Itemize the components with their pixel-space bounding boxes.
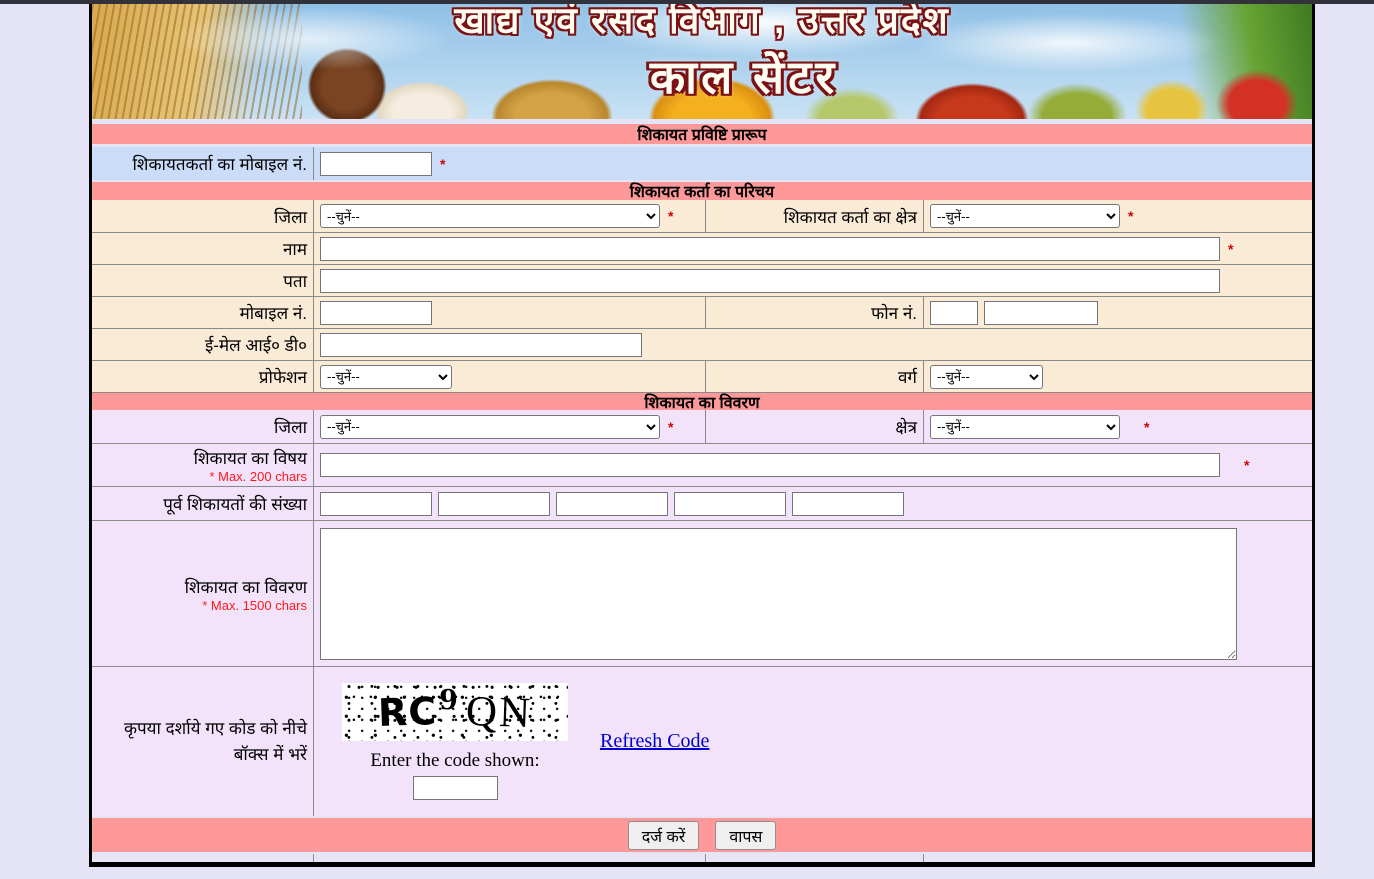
subject-input[interactable]: [320, 453, 1220, 477]
row-complaint-district: जिला --चुनें-- * क्षेत्र --चुनें-- *: [92, 410, 1312, 443]
required-mark: *: [440, 156, 445, 172]
row-profession-category: प्रोफेशन --चुनें-- वर्ग --चुनें--: [92, 360, 1312, 392]
enter-code-label: Enter the code shown:: [370, 750, 539, 772]
previous-complaint-input-3[interactable]: [556, 492, 668, 516]
identity-section-title: शिकायत कर्ता का परिचय: [630, 180, 774, 202]
captcha-code-text: 9: [439, 685, 458, 716]
identity-district-label: जिला: [92, 200, 314, 232]
row-description: शिकायत का विवरण * Max. 1500 chars: [92, 520, 1312, 666]
row-complainant-mobile: शिकायतकर्ता का मोबाइल नं. *: [92, 147, 1312, 180]
back-button[interactable]: वापस: [715, 821, 776, 850]
row-mobile-phone: मोबाइल नं. फोन नं.: [92, 296, 1312, 328]
footer-cell: [92, 854, 314, 862]
email-label: ई-मेल आई० डी०: [92, 329, 314, 360]
row-captcha: कृपया दर्शाये गए कोड को नीचे बॉक्स में भ…: [92, 666, 1312, 816]
name-label: नाम: [92, 233, 314, 264]
previous-complaint-input-5[interactable]: [792, 492, 904, 516]
phone-std-code-input[interactable]: [930, 301, 978, 325]
phone-label: फोन नं.: [706, 297, 924, 328]
name-input[interactable]: [320, 237, 1220, 261]
required-mark: *: [1244, 457, 1249, 473]
identity-area-select[interactable]: --चुनें--: [930, 204, 1120, 228]
footer-cell: [314, 854, 706, 862]
row-name: नाम *: [92, 232, 1312, 264]
row-identity-district: जिला --चुनें-- * शिकायत कर्ता का क्षेत्र…: [92, 200, 1312, 232]
captcha-code-input[interactable]: [413, 776, 498, 800]
required-mark: *: [668, 419, 673, 435]
description-max-chars-hint: * Max. 1500 chars: [92, 598, 307, 613]
address-label: पता: [92, 265, 314, 296]
identity-area-label: शिकायत कर्ता का क्षेत्र: [706, 200, 924, 232]
row-email: ई-मेल आई० डी०: [92, 328, 1312, 360]
identity-section-bar: शिकायत कर्ता का परिचय: [92, 182, 1312, 200]
footer-cell: [706, 854, 924, 862]
email-input[interactable]: [320, 333, 642, 357]
complainant-mobile-input[interactable]: [320, 152, 432, 176]
mobile-input[interactable]: [320, 301, 432, 325]
row-previous-complaints: पूर्व शिकायतों की संख्या: [92, 486, 1312, 520]
identity-district-select[interactable]: --चुनें--: [320, 204, 660, 228]
phone-number-input[interactable]: [984, 301, 1098, 325]
banner-image: खाद्य एवं रसद विभाग , उत्तर प्रदेश काल स…: [92, 4, 1312, 119]
action-bar: दर्ज करें वापस: [92, 818, 1312, 852]
captcha-image: RC 9 QN: [342, 683, 568, 741]
complaint-district-label: जिला: [92, 410, 314, 443]
required-mark: *: [1144, 419, 1149, 435]
description-label: शिकायत का विवरण: [92, 575, 307, 598]
captcha-instruction-label: कृपया दर्शाये गए कोड को नीचे बॉक्स में भ…: [92, 667, 314, 816]
form-title-bar: शिकायत प्रविष्टि प्रारूप: [92, 124, 1312, 144]
required-mark: *: [668, 208, 673, 224]
mobile-label: मोबाइल नं.: [92, 297, 314, 328]
address-input[interactable]: [320, 269, 1220, 293]
previous-complaint-input-1[interactable]: [320, 492, 432, 516]
complaint-area-select[interactable]: --चुनें--: [930, 415, 1120, 439]
complainant-mobile-label: शिकायतकर्ता का मोबाइल नं.: [92, 147, 314, 180]
captcha-code-text: QN: [465, 686, 533, 737]
banner-title: खाद्य एवं रसद विभाग , उत्तर प्रदेश: [92, 4, 1312, 44]
category-label: वर्ग: [706, 361, 924, 392]
banner-subtitle: काल सेंटर: [134, 45, 1312, 107]
row-subject: शिकायत का विषय * Max. 200 chars *: [92, 443, 1312, 486]
previous-complaint-input-2[interactable]: [438, 492, 550, 516]
profession-label: प्रोफेशन: [92, 361, 314, 392]
complaint-area-label: क्षेत्र: [706, 410, 924, 443]
subject-label: शिकायत का विषय: [92, 446, 307, 469]
profession-select[interactable]: --चुनें--: [320, 365, 452, 389]
table-bottom-border: [92, 862, 1312, 867]
required-mark: *: [1128, 208, 1133, 224]
refresh-code-link[interactable]: Refresh Code: [600, 730, 709, 753]
complaint-section-bar: शिकायत का विवरण: [92, 392, 1312, 410]
category-select[interactable]: --चुनें--: [930, 365, 1043, 389]
footer-cell: [924, 854, 1312, 862]
submit-button[interactable]: दर्ज करें: [628, 821, 700, 850]
complaint-district-select[interactable]: --चुनें--: [320, 415, 660, 439]
previous-complaints-label: पूर्व शिकायतों की संख्या: [92, 487, 314, 520]
subject-max-chars-hint: * Max. 200 chars: [92, 469, 307, 484]
table-footer-row: [92, 854, 1312, 862]
complaint-form-page: खाद्य एवं रसद विभाग , उत्तर प्रदेश काल स…: [89, 4, 1315, 867]
form-title: शिकायत प्रविष्टि प्रारूप: [637, 123, 766, 145]
required-mark: *: [1228, 241, 1233, 257]
row-address: पता: [92, 264, 1312, 296]
description-textarea[interactable]: [320, 528, 1237, 660]
previous-complaint-input-4[interactable]: [674, 492, 786, 516]
captcha-code-text: RC: [377, 689, 438, 735]
